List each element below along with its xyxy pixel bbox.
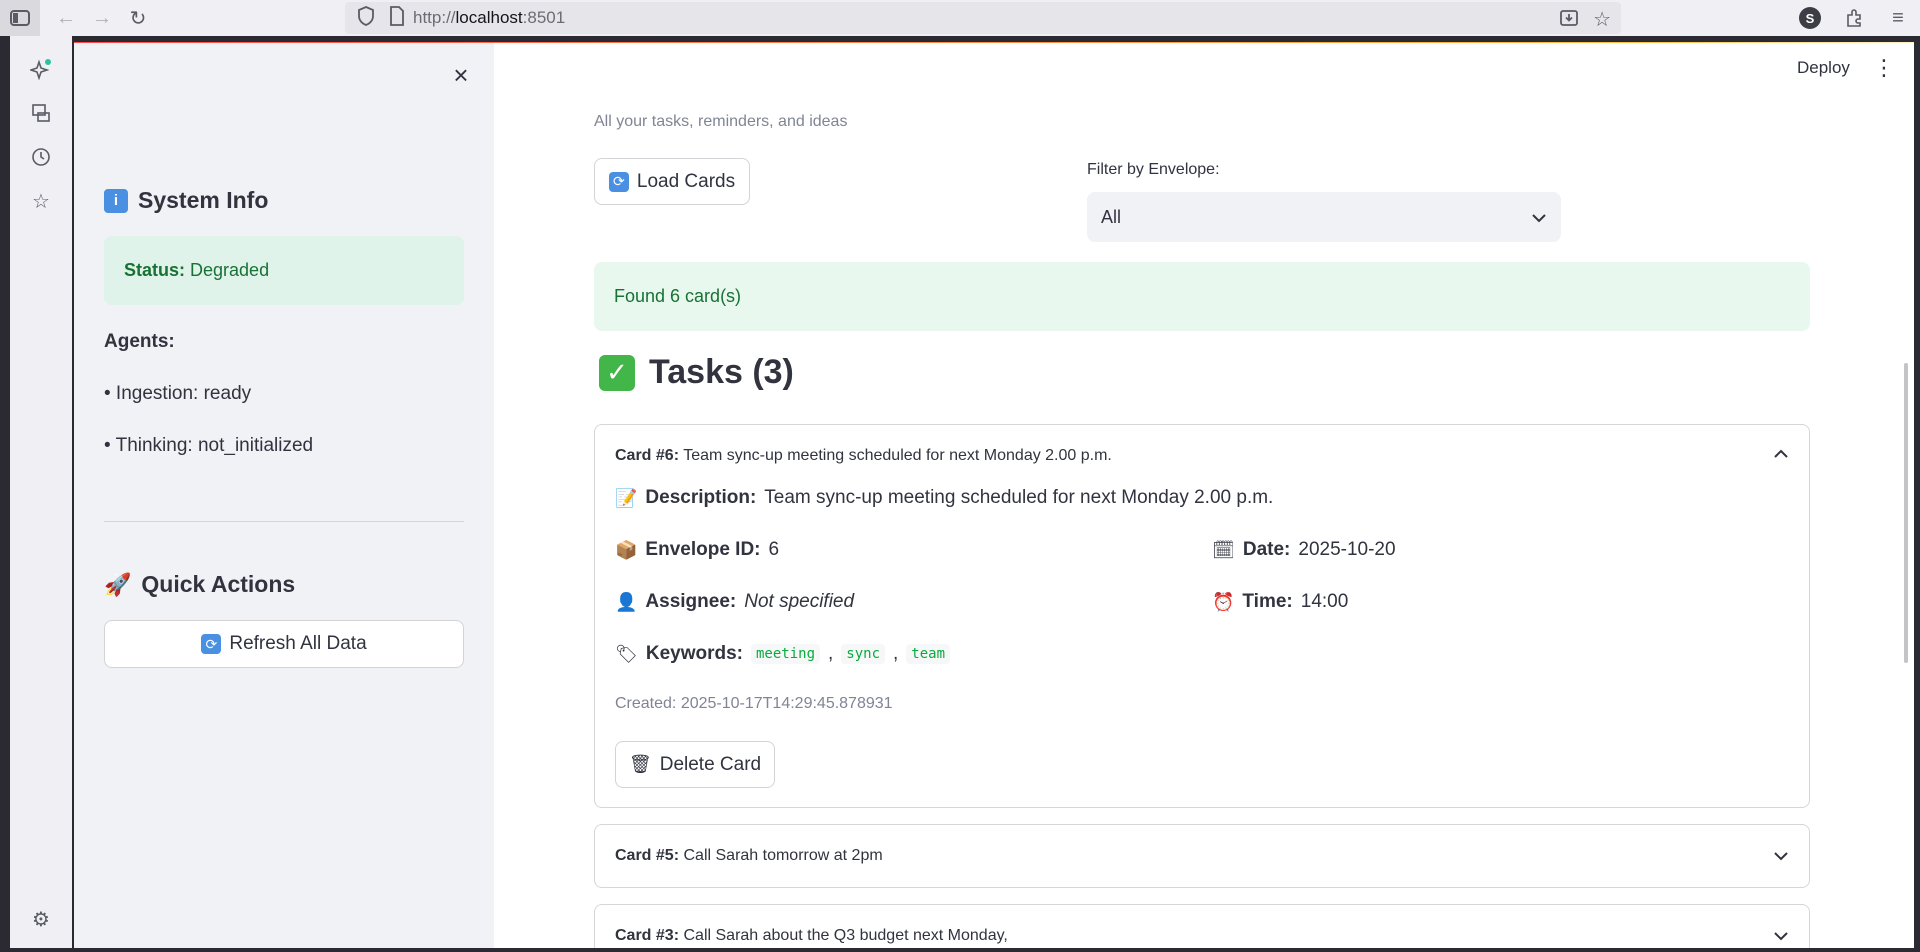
settings-gear-icon[interactable]: ⚙ [28,906,54,932]
info-icon: i [104,188,128,213]
streamlit-page: × i System Info Status: Degraded Agents:… [74,43,1914,948]
history-clock-icon[interactable] [28,144,54,170]
time-field: ⏰ Time: 14:00 [1212,591,1349,612]
ai-sparkle-icon[interactable] [28,56,54,82]
main-menu-kebab-icon[interactable]: ⋮ [1873,55,1895,81]
envelope-id-field: 📦 Envelope ID: 6 [615,539,780,560]
quick-actions-heading: 🚀 Quick Actions [104,571,296,597]
alarm-clock-icon: ⏰ [1212,591,1235,612]
agent-status-thinking: • Thinking: not_initialized [104,435,314,456]
calendar-icon: 🗓 [1212,539,1235,560]
url-bar[interactable]: http://localhost:8501 ☆ [345,2,1621,34]
page-icon [389,5,405,31]
chevron-down-icon[interactable] [1773,845,1789,866]
browser-vertical-sidebar: ☆ ⚙ [10,36,72,948]
status-badge: Status: Degraded [104,236,464,305]
page-scrollbar[interactable] [1904,363,1908,663]
check-mark-icon: ✓ [599,354,635,391]
tag-icon: 🏷 [615,643,638,664]
wastebasket-icon: 🗑 [628,754,652,774]
sidebar-toggle-icon[interactable] [0,0,40,36]
menu-hamburger-icon[interactable]: ≡ [1876,0,1920,36]
refresh-icon: ⟳ [201,634,222,654]
package-icon: 📦 [615,539,638,560]
card-header-6[interactable]: Card #6: Team sync-up meeting scheduled … [615,447,1112,465]
synced-tabs-icon[interactable] [28,100,54,126]
browser-toolbar: ← → ↻ http://localhost:8501 ☆ S ≡ [0,0,1920,36]
shield-icon[interactable] [357,5,375,31]
system-info-heading: i System Info [104,187,268,214]
refresh-all-data-button[interactable]: ⟳ Refresh All Data [104,620,464,668]
card-header-3[interactable]: Card #3: Call Sarah about the Q3 budget … [615,927,1008,945]
bookmark-star-icon[interactable]: ☆ [1593,7,1611,32]
delete-card-button[interactable]: 🗑 Delete Card [615,741,775,788]
agents-label: Agents: [104,331,175,352]
assignee-field: 👤 Assignee: Not specified [615,591,855,612]
extensions-icon[interactable] [1832,0,1876,36]
filter-envelope-select[interactable]: All [1087,192,1561,242]
keyword-chip: sync [841,644,886,664]
memo-icon: 📝 [615,487,638,508]
forward-arrow-icon[interactable]: → [84,0,120,36]
card-expander-6: Card #6: Team sync-up meeting scheduled … [594,424,1810,808]
keywords-field: 🏷 Keywords: meeting, sync, team [615,643,951,665]
back-arrow-icon[interactable]: ← [48,0,84,36]
reload-icon[interactable]: ↻ [120,0,156,36]
chevron-down-icon [1531,207,1547,228]
card-expander-5[interactable]: Card #5: Call Sarah tomorrow at 2pm [594,824,1810,888]
rocket-icon: 🚀 [104,571,132,597]
keyword-chip: meeting [751,644,821,664]
load-cards-button[interactable]: ⟳ Load Cards [594,158,750,205]
created-timestamp: Created: 2025-10-17T14:29:45.878931 [615,695,893,712]
filter-envelope-label: Filter by Envelope: [1087,161,1220,178]
person-icon: 👤 [615,591,638,612]
description-field: 📝 Description: Team sync-up meeting sche… [615,487,1274,508]
found-cards-message: Found 6 card(s) [594,262,1810,331]
card-header-5[interactable]: Card #5: Call Sarah tomorrow at 2pm [615,847,883,865]
profile-avatar[interactable]: S [1788,0,1832,36]
url-text[interactable]: http://localhost:8501 [413,8,565,28]
tasks-heading: ✓ Tasks (3) [599,353,794,392]
sidebar-divider [104,521,464,522]
app-sidebar: × i System Info Status: Degraded Agents:… [74,43,494,948]
card-expander-3[interactable]: Card #3: Call Sarah about the Q3 budget … [594,904,1810,948]
bookmarks-star-icon[interactable]: ☆ [28,188,54,214]
agent-status-ingestion: • Ingestion: ready [104,383,252,404]
close-sidebar-icon[interactable]: × [448,60,474,90]
deploy-button[interactable]: Deploy [1797,58,1850,78]
download-icon[interactable] [1559,8,1579,33]
chevron-up-icon[interactable] [1773,443,1789,464]
date-field: 🗓 Date: 2025-10-20 [1212,539,1396,560]
refresh-icon: ⟳ [608,171,629,192]
chevron-down-icon[interactable] [1773,925,1789,946]
keyword-chip: team [906,644,951,664]
page-caption: All your tasks, reminders, and ideas [594,113,848,130]
